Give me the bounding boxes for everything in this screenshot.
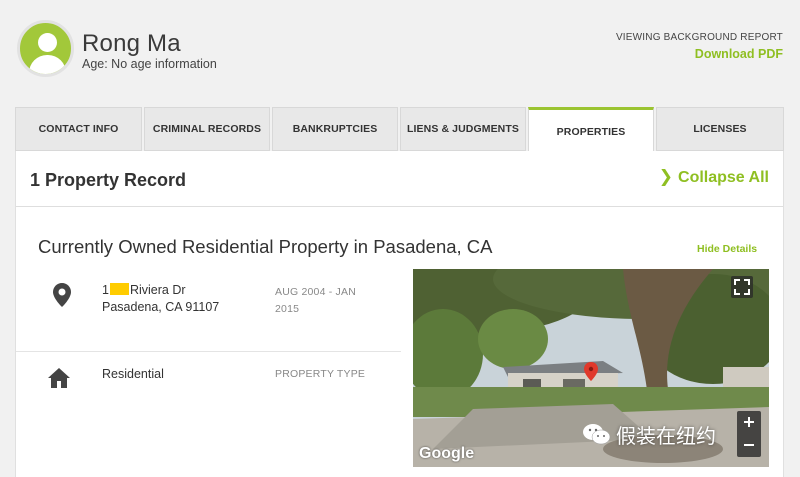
location-pin-icon — [53, 283, 71, 307]
divider — [16, 351, 401, 352]
record-count: 1 Property Record — [30, 170, 187, 190]
zoom-control[interactable] — [737, 411, 761, 457]
address-line-2: Pasadena, CA 91107 — [102, 300, 220, 314]
hide-details-link[interactable]: Hide Details — [697, 243, 757, 255]
divider — [16, 206, 783, 207]
tab-contact-info[interactable]: CONTACT INFO — [15, 107, 142, 151]
page: Rong Ma Age: No age information VIEWING … — [0, 0, 800, 477]
tab-liens-judgments[interactable]: LIENS & JUDGMENTS — [400, 107, 526, 151]
watermark: 假装在纽约 — [582, 420, 716, 449]
tab-licenses[interactable]: LICENSES — [656, 107, 784, 151]
report-tabs: CONTACT INFO CRIMINAL RECORDS BANKRUPTCI… — [15, 107, 784, 152]
viewing-report-label: VIEWING BACKGROUND REPORT — [615, 32, 783, 43]
tab-criminal-records[interactable]: CRIMINAL RECORDS — [144, 107, 270, 151]
redaction-mark — [109, 283, 129, 295]
tab-bankruptcies[interactable]: BANKRUPTCIES — [272, 107, 398, 151]
avatar — [17, 20, 74, 77]
property-type-label: PROPERTY TYPE — [275, 368, 366, 380]
ownership-date-range: AUG 2004 - JAN 2015 — [275, 286, 356, 315]
fullscreen-icon[interactable] — [731, 276, 753, 298]
collapse-all-button[interactable]: ❯ Collapse All — [659, 167, 769, 187]
address-street: Riviera Dr — [129, 283, 186, 297]
property-type-value: Residential — [102, 367, 164, 381]
wechat-icon — [583, 424, 611, 445]
home-icon — [48, 368, 70, 388]
person-age: Age: No age information — [82, 57, 217, 71]
address-line-1: 1 Riviera Dr — [102, 283, 186, 297]
collapse-all-label: Collapse All — [678, 169, 769, 186]
tab-properties[interactable]: PROPERTIES — [528, 107, 654, 152]
profile-header: Rong Ma Age: No age information VIEWING … — [0, 0, 800, 108]
chevron-right-icon: ❯ — [658, 167, 674, 186]
watermark-text: 假装在纽约 — [616, 424, 716, 448]
google-logo: Google — [419, 445, 475, 462]
download-pdf-link[interactable]: Download PDF — [695, 47, 783, 61]
property-title: Currently Owned Residential Property in … — [38, 236, 493, 257]
person-name: Rong Ma — [82, 30, 181, 57]
address-number: 1 — [102, 283, 109, 297]
